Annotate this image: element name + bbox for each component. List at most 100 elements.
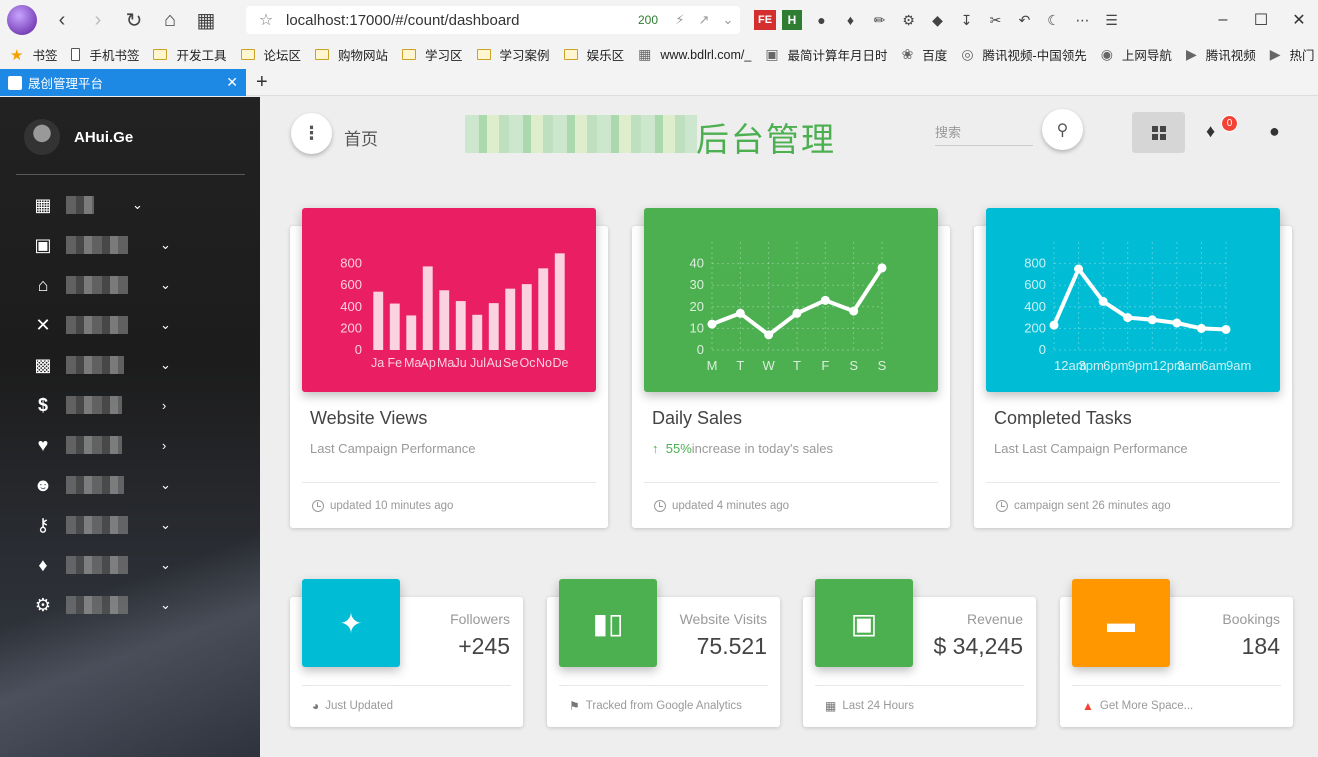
dashboard-icon[interactable] (1132, 112, 1185, 153)
x-tick-label: 6am (1201, 358, 1226, 373)
bookmark-item[interactable]: ▶ 热门 (1270, 45, 1315, 64)
address-bar[interactable]: ☆ localhost:17000/#/count/dashboard 200 … (246, 6, 740, 34)
search-icon[interactable]: ⚲ (1042, 109, 1083, 150)
bar (455, 301, 466, 350)
blurred-label (66, 196, 94, 214)
sidebar-divider (16, 174, 245, 175)
download-icon[interactable]: ↧ (953, 8, 980, 32)
sidebar-item[interactable]: ♥ › (0, 425, 260, 465)
maximize-icon[interactable]: ☐ (1242, 0, 1280, 40)
gear-extension-icon[interactable]: ⚙ (895, 8, 922, 32)
reload-icon[interactable]: ↻ (116, 0, 152, 40)
bookmark-star-icon[interactable]: ☆ (246, 10, 286, 30)
dropdown-icon[interactable]: ⌄ (716, 12, 740, 28)
bookmark-folder[interactable]: 开发工具 (153, 45, 227, 64)
bookmark-folder[interactable]: 购物网站 (315, 45, 388, 64)
bookmark-folder[interactable]: 学习案例 (476, 45, 550, 64)
share-icon[interactable]: ↗ (692, 12, 716, 28)
x-tick-label: F (821, 358, 829, 373)
h-extension-icon[interactable]: H (782, 10, 802, 30)
folder-icon (315, 49, 330, 60)
sidebar-item[interactable]: $ › (0, 385, 260, 425)
user-profile[interactable]: AHui.Ge (24, 119, 133, 155)
weekend-icon: ▬ (1072, 579, 1170, 667)
more-icon[interactable]: ⋯ (1069, 8, 1096, 32)
stat-footer: ▲ Get More Space... (1082, 699, 1194, 713)
bookmark-item[interactable]: 手机书签 (71, 45, 139, 64)
sidebar-item[interactable]: ▩ ⌄ (0, 345, 260, 385)
sidebar-item[interactable]: ☻ ⌄ (0, 465, 260, 505)
sidebar-item[interactable]: ⌂ ⌄ (0, 265, 260, 305)
person-icon[interactable]: ● (1269, 121, 1280, 142)
status-code: 200 (637, 13, 658, 27)
chart-card-views: 800 600 400 200 0 Ja Fe Ma Ap Ma Ju Jul Au Se Oc No De W… (290, 208, 608, 528)
chevron-down-icon: ⌄ (160, 277, 171, 292)
undo-icon[interactable]: ↶ (1011, 8, 1038, 32)
folder-icon (476, 49, 491, 60)
pipette-icon[interactable]: ✏ (866, 8, 893, 32)
fe-extension-icon[interactable]: FE (754, 10, 776, 30)
gamepad-icon[interactable]: ♦ (837, 8, 864, 32)
chevron-down-icon: ⌄ (160, 557, 171, 572)
forward-icon[interactable]: › (80, 0, 116, 40)
search-input[interactable]: 搜索 (935, 119, 1033, 146)
lightning-icon[interactable]: ⚡ (668, 12, 692, 28)
bookmark-item[interactable]: ◉ 上网导航 (1101, 45, 1172, 64)
bookmark-item[interactable]: ★ 书签 (10, 45, 57, 64)
stat-label: Followers (450, 611, 510, 627)
x-tick-label: 3pm (1079, 358, 1104, 373)
x-tick-label: Se (503, 356, 518, 370)
cookie-icon[interactable]: ● (808, 8, 835, 32)
blurred-label (66, 556, 128, 574)
sidebar-item[interactable]: ✕ ⌄ (0, 305, 260, 345)
diamond-icon[interactable]: ◆ (924, 8, 951, 32)
page-title: 后台管理 (696, 121, 836, 158)
data-point (792, 308, 802, 318)
minimize-icon[interactable]: – (1204, 0, 1242, 40)
data-point (820, 295, 830, 305)
y-tick-label: 40 (690, 256, 704, 271)
more-vert-icon[interactable]: ⋮ (291, 113, 332, 154)
back-icon[interactable]: ‹ (44, 0, 80, 40)
new-tab-icon[interactable]: + (256, 71, 268, 94)
sidebar-item[interactable]: ▦ ⌄ (0, 185, 260, 225)
arrow-up-icon: ↑ (652, 441, 666, 456)
bookmark-item[interactable]: ▦ www.bdlrl.com/_ (638, 46, 751, 63)
y-tick-label: 30 (690, 277, 704, 292)
browser-logo-icon[interactable] (0, 0, 44, 40)
bookmark-folder[interactable]: 学习区 (402, 45, 463, 64)
window-controls: – ☐ ✕ (1204, 0, 1318, 40)
stat-value: 184 (1241, 633, 1280, 659)
x-tick-label: De (553, 356, 569, 370)
menu-icon[interactable]: ☰ (1098, 8, 1125, 32)
bookmark-item[interactable]: ▣ 最简计算年月日时 (765, 45, 887, 64)
x-tick-label: S (849, 358, 858, 373)
bar (554, 253, 565, 350)
bookmark-item[interactable]: ◎ 腾讯视频-中国领先 (961, 45, 1086, 64)
home-icon: ⌂ (37, 274, 49, 295)
bookmark-folder[interactable]: 娱乐区 (563, 45, 624, 64)
sidebar-item[interactable]: ⚷ ⌄ (0, 505, 260, 545)
moon-icon[interactable]: ☾ (1040, 8, 1067, 32)
x-tick-label: T (793, 358, 801, 373)
stat-footer: ⚑ Tracked from Google Analytics (569, 699, 742, 713)
update-icon: ◕ (312, 699, 320, 713)
close-tab-icon[interactable]: ✕ (226, 74, 238, 91)
home-icon[interactable]: ⌂ (152, 0, 188, 40)
url-text[interactable]: localhost:17000/#/count/dashboard (286, 12, 638, 29)
bookmark-item[interactable]: ▶ 腾讯视频 (1186, 45, 1256, 64)
scissors-icon[interactable]: ✂ (982, 8, 1009, 32)
bell-icon[interactable]: ♦ (1206, 121, 1215, 142)
notifications-icon: ♦ (38, 554, 48, 575)
settings-icon: ⚙ (34, 594, 52, 615)
bookmark-item[interactable]: ❀ 百度 (902, 45, 948, 64)
reader-icon[interactable]: ▦ (188, 0, 224, 40)
sidebar-item[interactable]: ♦ ⌄ (0, 545, 260, 585)
tab-dashboard[interactable]: 晟创管理平台 ✕ (0, 69, 246, 96)
phone-icon (71, 48, 81, 61)
sidebar-item[interactable]: ▣ ⌄ (0, 225, 260, 265)
close-window-icon[interactable]: ✕ (1280, 0, 1318, 40)
bookmark-folder[interactable]: 论坛区 (240, 45, 301, 64)
apps-icon: ▦ (34, 194, 52, 215)
sidebar-item[interactable]: ⚙ ⌄ (0, 585, 260, 625)
